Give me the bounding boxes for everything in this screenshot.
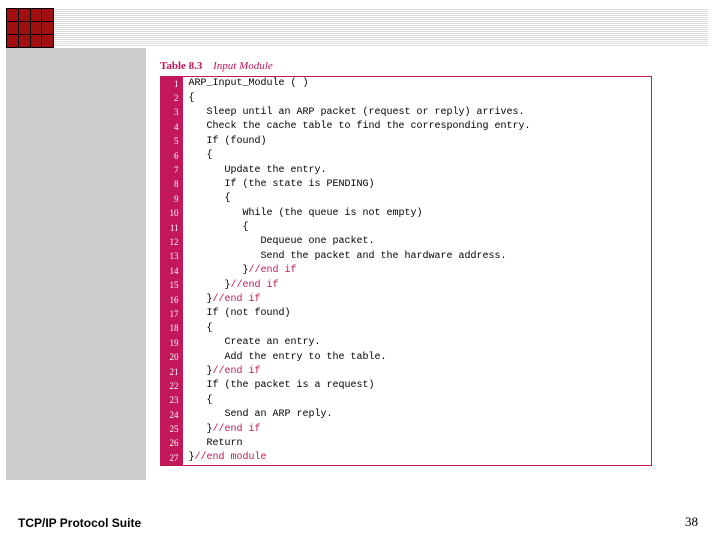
- line-number: 27: [161, 451, 183, 465]
- line-number: 3: [161, 105, 183, 119]
- line-number: 22: [161, 379, 183, 393]
- code-row: 19 Create an entry.: [161, 336, 652, 350]
- code-line: }//end module: [183, 451, 652, 465]
- line-number: 4: [161, 120, 183, 134]
- code-line: }//end if: [183, 264, 652, 278]
- line-number: 12: [161, 235, 183, 249]
- code-line: Return: [183, 436, 652, 450]
- code-row: 11 {: [161, 220, 652, 234]
- code-comment: //end if: [213, 294, 261, 305]
- line-number: 21: [161, 364, 183, 378]
- code-comment: //end module: [195, 452, 267, 463]
- code-row: 8 If (the state is PENDING): [161, 177, 652, 191]
- code-line: Check the cache table to find the corres…: [183, 120, 652, 134]
- code-line: }//end if: [183, 278, 652, 292]
- line-number: 9: [161, 192, 183, 206]
- code-line: }//end if: [183, 292, 652, 306]
- code-line: Add the entry to the table.: [183, 350, 652, 364]
- code-row: 21 }//end if: [161, 364, 652, 378]
- line-number: 15: [161, 278, 183, 292]
- table-caption-text: Input Module: [213, 60, 273, 72]
- line-number: 5: [161, 134, 183, 148]
- code-line: }//end if: [183, 422, 652, 436]
- code-row: 3 Sleep until an ARP packet (request or …: [161, 105, 652, 119]
- code-row: 5 If (found): [161, 134, 652, 148]
- code-line: Dequeue one packet.: [183, 235, 652, 249]
- code-row: 13 Send the packet and the hardware addr…: [161, 249, 652, 263]
- code-row: 25 }//end if: [161, 422, 652, 436]
- code-row: 20 Add the entry to the table.: [161, 350, 652, 364]
- code-comment: //end if: [213, 424, 261, 435]
- table-label: Table 8.3: [160, 60, 202, 72]
- code-line: Send the packet and the hardware address…: [183, 249, 652, 263]
- header-pattern: [50, 8, 708, 46]
- code-row: 10 While (the queue is not empty): [161, 206, 652, 220]
- code-row: 2{: [161, 91, 652, 105]
- code-row: 18 {: [161, 321, 652, 335]
- line-number: 11: [161, 220, 183, 234]
- code-line: Send an ARP reply.: [183, 407, 652, 421]
- code-row: 16 }//end if: [161, 292, 652, 306]
- line-number: 14: [161, 264, 183, 278]
- code-table-wrap: Table 8.3 Input Module 1ARP_Input_Module…: [160, 60, 660, 466]
- line-number: 18: [161, 321, 183, 335]
- code-comment: //end if: [213, 366, 261, 377]
- code-line: Create an entry.: [183, 336, 652, 350]
- line-number: 23: [161, 393, 183, 407]
- line-number: 6: [161, 148, 183, 162]
- footer-title: TCP/IP Protocol Suite: [18, 516, 141, 530]
- code-line: {: [183, 148, 652, 162]
- line-number: 25: [161, 422, 183, 436]
- code-line: {: [183, 220, 652, 234]
- code-table: 1ARP_Input_Module ( )2{3 Sleep until an …: [160, 76, 652, 466]
- line-number: 24: [161, 407, 183, 421]
- code-comment: //end if: [249, 265, 297, 276]
- code-line: If (not found): [183, 307, 652, 321]
- code-line: Update the entry.: [183, 163, 652, 177]
- line-number: 8: [161, 177, 183, 191]
- code-line: }//end if: [183, 364, 652, 378]
- code-line: ARP_Input_Module ( ): [183, 77, 652, 91]
- code-line: If (the packet is a request): [183, 379, 652, 393]
- code-row: 17 If (not found): [161, 307, 652, 321]
- code-row: 14 }//end if: [161, 264, 652, 278]
- code-row: 1ARP_Input_Module ( ): [161, 77, 652, 91]
- logo-grid-icon: [6, 8, 54, 48]
- line-number: 1: [161, 77, 183, 91]
- code-comment: //end if: [231, 280, 279, 291]
- line-number: 13: [161, 249, 183, 263]
- code-line: Sleep until an ARP packet (request or re…: [183, 105, 652, 119]
- code-row: 27}//end module: [161, 451, 652, 465]
- line-number: 20: [161, 350, 183, 364]
- code-row: 6 {: [161, 148, 652, 162]
- code-line: {: [183, 91, 652, 105]
- code-row: 23 {: [161, 393, 652, 407]
- page-number: 38: [685, 514, 698, 530]
- line-number: 2: [161, 91, 183, 105]
- code-row: 4 Check the cache table to find the corr…: [161, 120, 652, 134]
- line-number: 26: [161, 436, 183, 450]
- code-row: 7 Update the entry.: [161, 163, 652, 177]
- sidebar-panel: [6, 48, 146, 480]
- code-line: While (the queue is not empty): [183, 206, 652, 220]
- code-row: 22 If (the packet is a request): [161, 379, 652, 393]
- code-row: 12 Dequeue one packet.: [161, 235, 652, 249]
- code-row: 26 Return: [161, 436, 652, 450]
- code-line: If (found): [183, 134, 652, 148]
- line-number: 10: [161, 206, 183, 220]
- code-row: 9 {: [161, 192, 652, 206]
- line-number: 17: [161, 307, 183, 321]
- code-line: {: [183, 321, 652, 335]
- code-line: {: [183, 192, 652, 206]
- code-row: 15 }//end if: [161, 278, 652, 292]
- line-number: 19: [161, 336, 183, 350]
- code-line: {: [183, 393, 652, 407]
- code-line: If (the state is PENDING): [183, 177, 652, 191]
- table-caption: Table 8.3 Input Module: [160, 60, 660, 72]
- line-number: 7: [161, 163, 183, 177]
- code-row: 24 Send an ARP reply.: [161, 407, 652, 421]
- line-number: 16: [161, 292, 183, 306]
